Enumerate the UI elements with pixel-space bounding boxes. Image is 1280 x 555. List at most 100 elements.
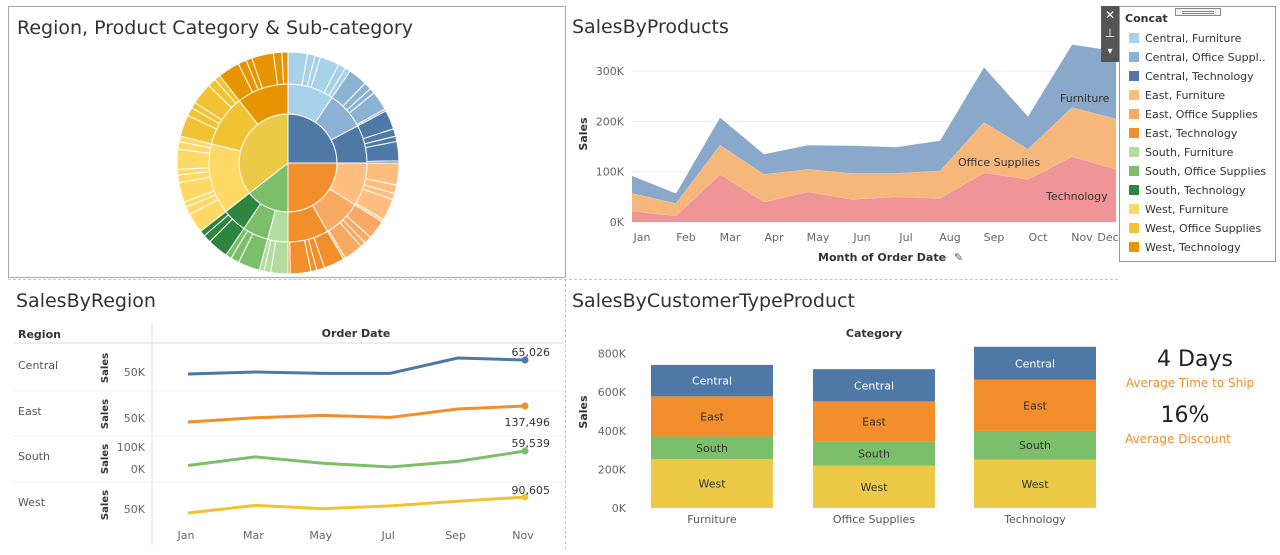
- y-tick-label: 50K: [124, 412, 146, 425]
- legend-swatch: [1129, 223, 1139, 233]
- legend-swatch: [1129, 147, 1139, 157]
- sales-by-products-chart[interactable]: 0K 100K 200K 300K Sales Technology Office Supp…: [566, 6, 1118, 278]
- bar-segment-label: Central: [692, 375, 732, 388]
- region-row-label: East: [18, 405, 42, 418]
- legend-item[interactable]: Central, Office Suppl..: [1129, 50, 1266, 64]
- legend-item[interactable]: West, Technology: [1129, 240, 1241, 254]
- pin-legend-icon[interactable]: ⊥: [1101, 24, 1119, 42]
- y-tick-label: 0K: [131, 463, 146, 476]
- legend-title: Concat: [1125, 12, 1168, 25]
- legend-item-label: Central, Furniture: [1145, 31, 1242, 45]
- kpi-ship-time-label: Average Time to Ship: [1125, 376, 1255, 390]
- legend-item-label: West, Furniture: [1145, 202, 1229, 216]
- legend-swatch: [1129, 185, 1139, 195]
- y-tick-label: 300K: [596, 65, 625, 78]
- sales-axis-label: Sales: [100, 444, 111, 474]
- y-tick-label: 50K: [124, 366, 146, 379]
- legend-item[interactable]: East, Furniture: [1129, 88, 1225, 102]
- y-axis-title: Sales: [577, 395, 590, 429]
- legend-item[interactable]: South, Office Supplies: [1129, 164, 1266, 178]
- legend-swatch: [1129, 128, 1139, 138]
- y-tick-label: 400K: [598, 425, 627, 438]
- legend-item-label: East, Furniture: [1145, 88, 1226, 102]
- x-tick-label: Jul: [381, 529, 395, 542]
- legend-item[interactable]: South, Technology: [1129, 183, 1246, 197]
- x-tick-label: Sep: [984, 231, 1005, 244]
- legend-item-label: West, Office Supplies: [1145, 221, 1262, 235]
- region-header: Region: [18, 328, 61, 341]
- x-tick-label: Oct: [1028, 231, 1048, 244]
- bar-segment-label: Central: [854, 379, 894, 392]
- legend-item[interactable]: West, Furniture: [1129, 202, 1228, 216]
- legend-item[interactable]: Central, Technology: [1129, 69, 1254, 83]
- bar-segment-label: West: [860, 481, 888, 494]
- kpi-discount-value: 16%: [1160, 403, 1210, 428]
- bar-segment-label: East: [700, 410, 724, 423]
- legend-item-label: West, Technology: [1145, 240, 1241, 254]
- bar-segment-label: South: [696, 442, 728, 455]
- y-tick-label: 100K: [596, 166, 625, 179]
- sales-axis-label: Sales: [100, 399, 111, 429]
- legend-swatch: [1129, 52, 1139, 62]
- order-date-header: Order Date: [322, 327, 391, 340]
- region-line-end-marker: [521, 402, 529, 410]
- y-tick-label: 800K: [598, 348, 627, 361]
- bar-segment-label: East: [862, 415, 886, 428]
- legend-item-label: East, Office Supplies: [1145, 107, 1258, 121]
- category-header: Category: [846, 327, 902, 340]
- legend-item[interactable]: East, Office Supplies: [1129, 107, 1258, 121]
- legend-item-label: Central, Technology: [1145, 69, 1254, 83]
- region-row-label: Central: [18, 359, 58, 372]
- legend-swatch: [1129, 242, 1139, 252]
- bar-segment-label: West: [698, 478, 726, 491]
- region-line-south: [187, 449, 526, 469]
- bar-segment-label: East: [1023, 399, 1047, 412]
- sales-by-products-panel: SalesByProducts 0K 100K 200K 300K Sales Techn…: [566, 6, 1118, 278]
- region-line-east: [187, 404, 526, 424]
- legend-item-label: Central, Office Suppl..: [1145, 50, 1266, 64]
- region-row-label: West: [18, 496, 46, 509]
- legend-drag-grip[interactable]: [1175, 8, 1221, 16]
- legend-item[interactable]: East, Technology: [1129, 126, 1237, 140]
- sales-by-region-chart[interactable]: Region Order Date Central Sales 50K 65,026 Eas…: [8, 280, 565, 552]
- region-row-label: South: [18, 450, 50, 463]
- color-legend: Concat Central, Furniture Central, Office…: [1119, 6, 1276, 262]
- close-icon[interactable]: ✕: [1101, 6, 1119, 24]
- region-end-value-label: 65,026: [512, 346, 551, 359]
- series-label: Office Supplies: [958, 156, 1040, 169]
- y-tick-label: 0K: [610, 216, 625, 229]
- legend-swatch: [1129, 204, 1139, 214]
- legend-item[interactable]: West, Office Supplies: [1129, 221, 1261, 235]
- series-label: Technology: [1045, 190, 1108, 203]
- region-line-west: [187, 495, 526, 515]
- legend-item-label: South, Furniture: [1145, 145, 1234, 159]
- legend-swatch: [1129, 90, 1139, 100]
- menu-dropdown-icon[interactable]: ▾: [1101, 43, 1119, 61]
- region-end-value-label: 137,496: [505, 416, 551, 429]
- pin-icon[interactable]: ✎: [954, 251, 963, 264]
- x-category-label: Furniture: [687, 513, 737, 526]
- x-tick-label: Dec: [1097, 231, 1118, 244]
- x-tick-label: Apr: [764, 231, 784, 244]
- sales-by-customer-chart[interactable]: Category 0K 200K 400K 600K 800K Sales West South…: [566, 280, 1118, 552]
- x-tick-label: Nov: [512, 529, 534, 542]
- bar-segment-label: West: [1021, 478, 1049, 491]
- legend-item[interactable]: South, Furniture: [1129, 145, 1233, 159]
- kpi-discount-label: Average Discount: [1125, 432, 1231, 446]
- x-tick-label: Aug: [939, 231, 960, 244]
- legend-swatch: [1129, 109, 1139, 119]
- legend-item-label: South, Technology: [1145, 183, 1246, 197]
- x-tick-label: Sep: [445, 529, 466, 542]
- legend-item[interactable]: Central, Furniture: [1129, 31, 1241, 45]
- sales-axis-label: Sales: [100, 490, 111, 520]
- x-axis-title: Month of Order Date ✎: [818, 251, 963, 264]
- y-tick-label: 600K: [598, 386, 627, 399]
- x-tick-label: Jan: [177, 529, 195, 542]
- y-tick-label: 200K: [596, 115, 625, 128]
- sunburst-chart[interactable]: [9, 7, 565, 277]
- x-axis-title-text: Month of Order Date: [818, 251, 947, 264]
- x-category-label: Technology: [1003, 513, 1066, 526]
- x-tick-label: Mar: [243, 529, 264, 542]
- x-tick-label: May: [807, 231, 830, 244]
- x-tick-label: Nov: [1071, 231, 1093, 244]
